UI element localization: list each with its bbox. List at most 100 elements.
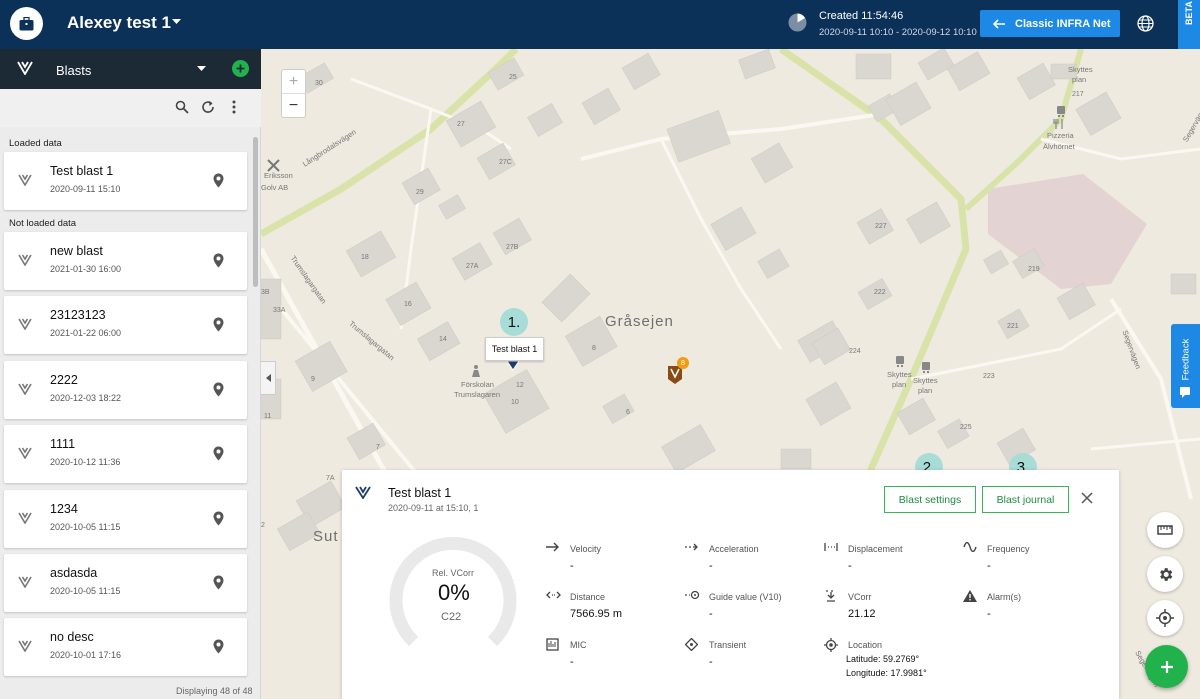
- poi-label: plan: [1072, 75, 1087, 84]
- zoom-out-button[interactable]: −: [282, 94, 305, 118]
- metric-label: Displacement: [848, 544, 903, 554]
- map-pin-icon[interactable]: [213, 382, 224, 397]
- feedback-icon: [1180, 387, 1190, 398]
- chevron-down-icon[interactable]: [172, 19, 181, 24]
- blast-settings-button[interactable]: Blast settings: [884, 486, 976, 513]
- map-pin-icon[interactable]: [213, 639, 224, 654]
- annotation-bubble-1: 1.: [500, 308, 528, 336]
- globe-icon[interactable]: [1137, 15, 1154, 32]
- house-number: 30: [315, 80, 323, 87]
- classic-infra-net-button[interactable]: Classic INFRA Net: [980, 10, 1120, 37]
- time-progress-icon: [788, 13, 807, 32]
- add-fab-button[interactable]: [1145, 645, 1188, 688]
- map-pin-icon[interactable]: [213, 575, 224, 590]
- blast-logo-icon: [18, 383, 32, 395]
- gear-icon: [1159, 567, 1172, 581]
- metric-label: Frequency: [987, 544, 1030, 554]
- blast-logo-icon: [18, 254, 32, 266]
- map-pin-icon[interactable]: [213, 446, 224, 461]
- panel-title[interactable]: Blasts: [56, 63, 91, 78]
- blast-logo-icon: [18, 447, 32, 460]
- collapse-panel-handle[interactable]: [261, 361, 276, 395]
- house-number: 7A: [326, 475, 335, 482]
- blast-name: Test blast 1: [50, 164, 114, 178]
- blast-list-item[interactable]: Test blast 1 2020-09-11 15:10: [4, 152, 247, 210]
- blast-list-item[interactable]: 1111 2020-10-12 11:36: [4, 425, 247, 484]
- house-number: 11: [264, 413, 272, 420]
- bus-stop-icon: [922, 362, 930, 373]
- close-icon[interactable]: [1081, 492, 1093, 504]
- blast-list-item[interactable]: no desc 2020-10-01 17:16: [4, 618, 247, 677]
- zoom-in-button[interactable]: +: [282, 70, 305, 94]
- add-blast-button[interactable]: [232, 60, 249, 77]
- metric-label: Guide value (V10): [709, 592, 782, 602]
- metric-value: -: [709, 656, 713, 668]
- map-pin-icon[interactable]: [213, 173, 224, 188]
- map-pin-icon[interactable]: [213, 317, 224, 332]
- blast-date: 2020-09-11 15:10: [50, 184, 121, 194]
- project-title[interactable]: Alexey test 1: [67, 13, 171, 33]
- metric-longitude: Longitude: 17.9981°: [846, 668, 927, 678]
- blast-date: 2020-10-05 11:15: [50, 586, 121, 596]
- app-root: 30 25 27 27C 29 27B 18 27A 16 14 3B 33A …: [0, 0, 1200, 699]
- acceleration-icon: [685, 543, 698, 551]
- blast-date: 2020-10-12 11:36: [50, 457, 121, 468]
- metric-label: Location: [848, 640, 883, 650]
- blast-journal-button[interactable]: Blast journal: [982, 486, 1069, 513]
- house-number: 27: [457, 121, 465, 128]
- more-vertical-icon[interactable]: [231, 100, 237, 114]
- metric-label: Transient: [709, 640, 747, 650]
- search-icon[interactable]: [175, 100, 189, 114]
- blast-list-item[interactable]: 2222 2020-12-03 18:22: [4, 360, 247, 419]
- app-logo[interactable]: [10, 7, 43, 40]
- mic-icon: [546, 638, 559, 651]
- metric-value: -: [709, 608, 713, 620]
- ruler-button[interactable]: [1147, 512, 1183, 548]
- blast-list-item[interactable]: asdasda 2020-10-05 11:15: [4, 554, 247, 612]
- restaurant-icon: [1053, 119, 1063, 129]
- house-number: 27A: [466, 263, 479, 270]
- poi-label: Pizzeria: [1047, 131, 1074, 140]
- list-scrollbar[interactable]: [253, 137, 258, 287]
- blast-list-item[interactable]: 1234 2020-10-05 11:15: [4, 489, 247, 548]
- blast-list-panel: Blasts Loaded data Test blast 1 2020-09-1…: [0, 49, 261, 699]
- refresh-icon[interactable]: [201, 100, 215, 114]
- map-pin-icon[interactable]: [213, 253, 224, 268]
- bus-stop-icon: [1057, 106, 1065, 117]
- section-label-loaded: Loaded data: [9, 138, 62, 149]
- feedback-tab[interactable]: Feedback: [1171, 324, 1200, 408]
- map-tooltip: Test blast 1: [485, 337, 544, 361]
- blast-list-item[interactable]: 23123123 2021-01-22 06:00: [4, 296, 247, 355]
- zoom-control: + −: [281, 69, 306, 118]
- house-number: 217: [1072, 91, 1084, 98]
- blast-name: 2222: [50, 372, 78, 387]
- blast-name: no desc: [50, 630, 94, 645]
- chevron-down-icon[interactable]: [197, 66, 206, 71]
- transient-icon: [685, 638, 698, 651]
- house-number: 12: [516, 382, 524, 389]
- blast-list-item[interactable]: new blast 2021-01-30 16:00: [4, 232, 247, 290]
- house-number: 27C: [499, 159, 512, 166]
- gauge-label: Rel. VCorr: [432, 568, 475, 578]
- settings-button[interactable]: [1147, 556, 1183, 592]
- metric-label: Acceleration: [709, 544, 759, 554]
- house-number: 227: [875, 223, 887, 230]
- panel-toolbar: [0, 89, 261, 127]
- map-pin-icon[interactable]: [213, 511, 224, 526]
- created-range: 2020-09-11 10:10 - 2020-09-12 10:10: [819, 27, 977, 38]
- blast-logo-icon: [18, 640, 32, 653]
- school-icon: [472, 365, 480, 377]
- metric-value: -: [987, 560, 991, 572]
- house-number: 29: [416, 189, 424, 196]
- house-number: 3B: [261, 289, 270, 296]
- blast-date: 2021-01-30 16:00: [50, 264, 122, 274]
- poi-label: plan: [892, 380, 907, 389]
- house-number: 8: [592, 345, 596, 352]
- briefcase-icon: [19, 16, 34, 30]
- house-number: 221: [1007, 323, 1019, 330]
- detail-title: Test blast 1: [388, 486, 452, 500]
- poi-label: Golv AB: [261, 183, 289, 192]
- house-number: 223: [983, 373, 995, 380]
- beta-label: BETA: [1184, 1, 1194, 25]
- locate-button[interactable]: [1147, 600, 1183, 636]
